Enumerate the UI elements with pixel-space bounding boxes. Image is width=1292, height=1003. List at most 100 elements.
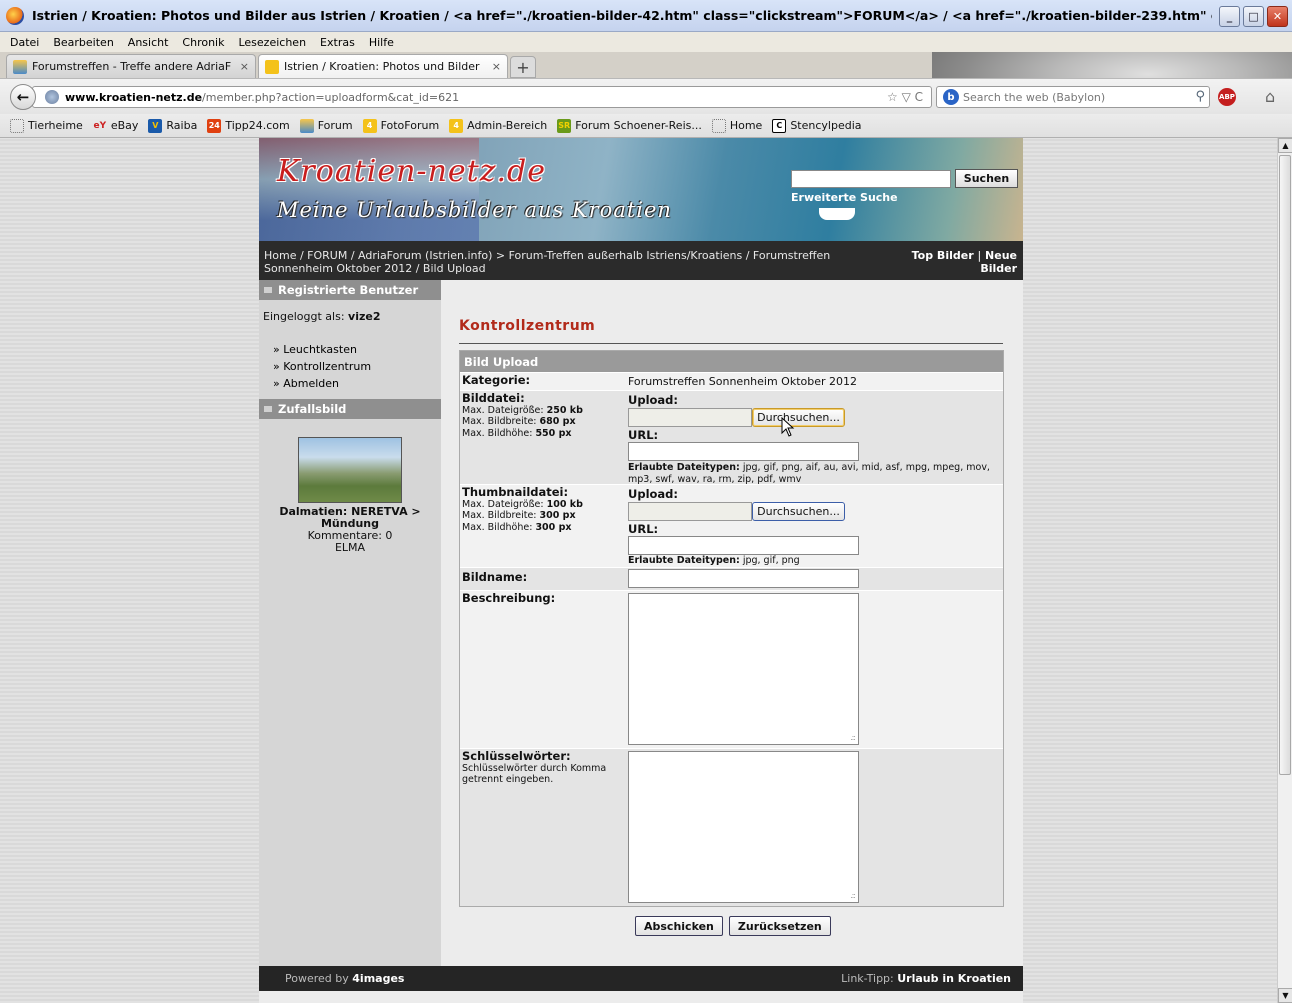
max-width-label: Max. Bildbreite: (462, 416, 537, 427)
bookmark-label: Tipp24.com (225, 119, 290, 132)
form-buttons: Abschicken Zurücksetzen (635, 916, 831, 936)
firefox-icon[interactable] (6, 6, 24, 25)
bookmark-admin[interactable]: 4 Admin-Bereich (449, 118, 548, 133)
thumbnail-url-input[interactable] (628, 536, 859, 555)
random-image-info: Dalmatien: NERETVA > Mündung Kommentare:… (259, 506, 441, 554)
bildname-label: Bildname: (462, 570, 528, 584)
linktipp-link[interactable]: Urlaub in Kroatien (897, 972, 1011, 985)
menu-kontrollzentrum[interactable]: » Kontrollzentrum (273, 358, 441, 375)
tab-close-icon[interactable]: × (240, 60, 249, 73)
keywords-textarea[interactable]: .:: (628, 751, 859, 903)
box-title: Registrierte Benutzer (278, 283, 419, 297)
bookmark-stencylpedia[interactable]: C Stencylpedia (772, 118, 862, 133)
bookmark-fotoforum[interactable]: 4 FotoForum (362, 118, 439, 133)
tab-label: Forumstreffen - Treffe andere AdriaForu.… (32, 60, 231, 73)
page-footer: Powered by 4images Link-Tipp: Urlaub in … (259, 966, 1023, 991)
top-images-link[interactable]: Top Bilder (912, 249, 974, 262)
menu-datei[interactable]: Datei (10, 36, 39, 49)
bookmark-home[interactable]: Home (711, 118, 763, 133)
bookmark-schoener-reisen[interactable]: SR Forum Schoener-Reis... (557, 118, 702, 133)
advanced-search-link[interactable]: Erweiterte Suche (791, 191, 898, 204)
bookmark-tipp24[interactable]: 24 Tipp24.com (207, 118, 290, 133)
web-search-input[interactable]: b Search the web (Babylon) ⚲ (936, 86, 1210, 108)
bookmark-tierheime[interactable]: Tierheime (10, 118, 83, 133)
tab-label: Istrien / Kroatien: Photos und Bilder au… (284, 60, 483, 73)
beschreibung-textarea[interactable]: .:: (628, 593, 859, 745)
max-size-value: 100 kb (546, 498, 583, 510)
reset-button[interactable]: Zurücksetzen (728, 916, 831, 936)
minimize-button[interactable]: _ (1219, 6, 1240, 27)
babylon-search-icon[interactable]: b (943, 89, 959, 105)
max-width-label: Max. Bildbreite: (462, 510, 537, 521)
menu-hilfe[interactable]: Hilfe (369, 36, 394, 49)
keywords-label: Schlüsselwörter: (462, 749, 571, 763)
menu-lesezeichen[interactable]: Lesezeichen (238, 36, 306, 49)
breadcrumb[interactable]: Home / FORUM / AdriaForum (Istrien.info)… (264, 249, 894, 275)
menu-chronik[interactable]: Chronik (182, 36, 224, 49)
powered-by: Powered by 4images (285, 972, 404, 985)
row-bilddatei: Bilddatei: Max. Dateigröße: 250 kb Max. … (460, 390, 1003, 485)
url-host: www.kroatien-netz.de (65, 90, 203, 104)
ebay-icon: eY (93, 120, 107, 131)
random-image-user[interactable]: ELMA (259, 542, 441, 554)
max-height-value: 550 px (535, 427, 572, 439)
site-logo[interactable]: Kroatien-netz.de (277, 154, 546, 189)
thumbnail-browse-button[interactable]: Durchsuchen... (752, 502, 845, 521)
tab-istrien[interactable]: Istrien / Kroatien: Photos und Bilder au… (258, 54, 508, 78)
raiba-icon: V (148, 118, 163, 133)
image-file-input[interactable] (628, 408, 752, 427)
page-scrollbar[interactable]: ▲ ▼ (1277, 138, 1292, 1003)
image-browse-button[interactable]: Durchsuchen... (752, 408, 845, 427)
bookmark-ebay[interactable]: eY eBay (93, 119, 139, 133)
scroll-down-icon[interactable]: ▼ (1278, 988, 1292, 1003)
back-button[interactable]: ← (10, 84, 36, 110)
site-identity-icon[interactable] (45, 90, 59, 104)
boat-image (819, 208, 855, 220)
menu-extras[interactable]: Extras (320, 36, 355, 49)
search-icon[interactable]: ⚲ (1195, 89, 1205, 104)
new-images-link[interactable]: Neue Bilder (980, 249, 1017, 275)
site-search-input[interactable] (791, 170, 951, 188)
menu-leuchtkasten[interactable]: » Leuchtkasten (273, 341, 441, 358)
tab-close-icon[interactable]: × (492, 60, 501, 73)
breadcrumb-bar: Home / FORUM / AdriaForum (Istrien.info)… (259, 241, 1023, 280)
page-title: Kontrollzentrum (459, 318, 596, 334)
kategorie-label: Kategorie: (462, 373, 531, 387)
image-url-input[interactable] (628, 442, 859, 461)
adblock-icon[interactable]: ABP (1218, 88, 1236, 106)
upload-label: Upload: (628, 487, 679, 501)
bookmark-label: Admin-Bereich (467, 119, 548, 132)
bookmark-raiba[interactable]: V Raiba (148, 118, 197, 133)
url-bar-icons[interactable]: ☆ ▽ C (887, 90, 923, 104)
url-bar[interactable]: www.kroatien-netz.de/member.php?action=u… (32, 86, 932, 108)
user-menu: » Leuchtkasten » Kontrollzentrum » Abmel… (259, 323, 441, 392)
site-search-button[interactable]: Suchen (955, 169, 1018, 188)
bookmark-forum[interactable]: Forum (299, 118, 353, 133)
url-label: URL: (628, 522, 659, 536)
logged-in-info: Eingeloggt als: vize2 (259, 300, 441, 323)
powered-brand-link[interactable]: 4images (352, 972, 404, 985)
bookmark-label: Home (729, 119, 763, 132)
menu-ansicht[interactable]: Ansicht (128, 36, 169, 49)
upload-form: Bild Upload Kategorie: Forumstreffen Son… (459, 350, 1004, 907)
scrollbar-thumb[interactable] (1279, 155, 1291, 775)
allowed-types-value: jpg, gif, png (742, 555, 800, 566)
url-path: /member.php?action=uploadform&cat_id=621 (202, 90, 460, 104)
bookmark-label: eBay (110, 119, 139, 132)
bullet-icon (264, 406, 272, 412)
submit-button[interactable]: Abschicken (635, 916, 723, 936)
thumbnail-file-input[interactable] (628, 502, 752, 521)
maximize-button[interactable]: □ (1243, 6, 1264, 27)
resize-grip-icon[interactable]: .:: (850, 891, 856, 900)
home-icon[interactable]: ⌂ (1265, 87, 1275, 106)
new-tab-button[interactable]: + (510, 56, 536, 78)
random-image-thumbnail[interactable] (298, 437, 402, 503)
menu-abmelden[interactable]: » Abmelden (273, 375, 441, 392)
scroll-up-icon[interactable]: ▲ (1278, 138, 1292, 153)
tab-forumstreffen[interactable]: Forumstreffen - Treffe andere AdriaForu.… (6, 54, 256, 78)
menu-bearbeiten[interactable]: Bearbeiten (53, 36, 113, 49)
resize-grip-icon[interactable]: .:: (850, 733, 856, 742)
close-window-button[interactable]: ✕ (1267, 6, 1288, 27)
bildname-input[interactable] (628, 569, 859, 588)
linktipp-label: Link-Tipp: (841, 972, 894, 985)
